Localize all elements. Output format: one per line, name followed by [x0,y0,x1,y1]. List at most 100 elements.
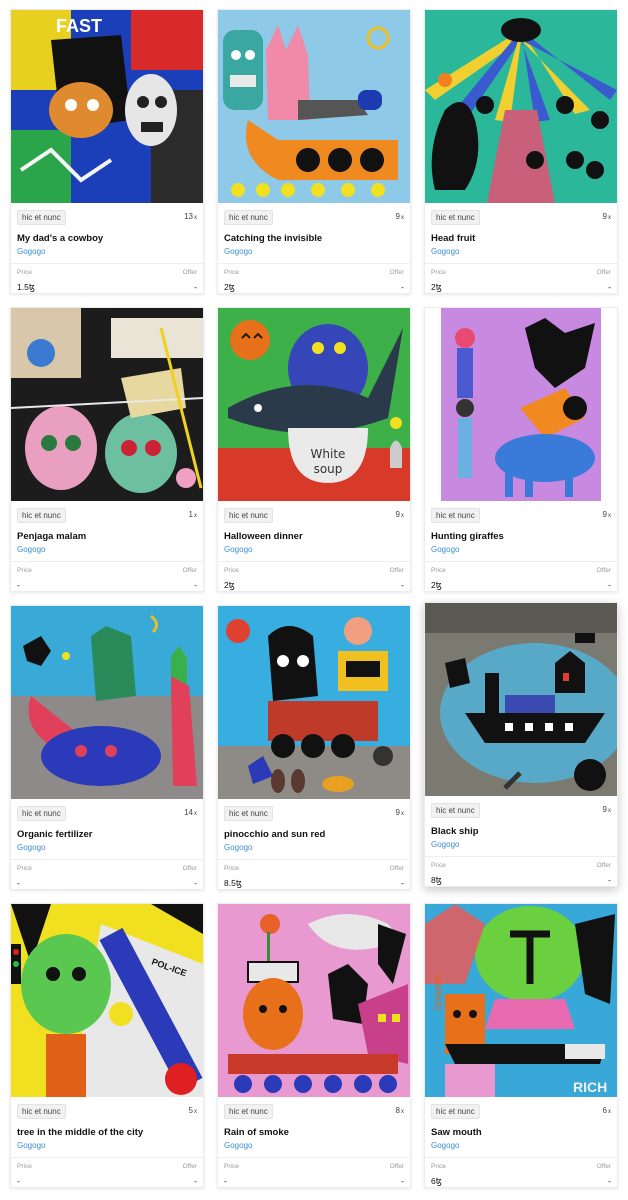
edition-count: 9x [395,808,404,817]
offer-value: - [401,1176,404,1186]
artwork-thumbnail[interactable] [11,308,203,501]
artwork-thumbnail[interactable] [425,603,617,796]
offer-value: - [194,878,197,888]
artwork-thumbnail[interactable] [11,606,203,799]
artist-link[interactable]: Gogogo [17,247,45,256]
artwork-card[interactable]: hic et nunc 8x Rain of smoke Gogogo Pric… [217,903,411,1188]
offer-label: Offer [389,269,404,276]
price-label: Price [17,865,32,872]
artwork-card[interactable]: White soup hic et nunc 9x Halloween dinn… [217,307,411,592]
edition-count: 14x [184,808,197,817]
artist-link[interactable]: Gogogo [224,545,252,554]
offer-value: - [194,580,197,590]
price-label: Price [17,269,32,276]
platform-badge: hic et nunc [431,210,480,225]
price-value: - [17,878,20,888]
artwork-title[interactable]: Head fruit [431,233,611,244]
price-value: 8.5ꜩ [224,878,242,888]
artwork-scrawl-text: FAST [56,16,102,36]
artwork-title[interactable]: Rain of smoke [224,1127,404,1138]
artwork-card[interactable]: hic et nunc 9x Catching the invisible Go… [217,9,411,294]
card-meta: hic et nunc 8x Rain of smoke Gogogo Pric… [218,1097,410,1187]
price-label: Price [431,269,446,276]
artwork-thumbnail[interactable]: WARNIG RICH [425,904,617,1097]
artwork-title[interactable]: Organic fertilizer [17,829,197,840]
artwork-thumbnail[interactable] [425,10,617,203]
artwork-thumbnail[interactable]: FAST [11,10,203,203]
artist-link[interactable]: Gogogo [431,545,459,554]
offer-value: - [401,580,404,590]
platform-badge: hic et nunc [224,1104,273,1119]
offer-value: - [608,875,611,885]
card-meta: hic et nunc 9x Catching the invisible Go… [218,203,410,293]
edition-count: 9x [602,212,611,221]
artwork-thumbnail[interactable]: White soup [218,308,410,501]
artwork-thumbnail[interactable] [218,10,410,203]
artwork-title[interactable]: Penjaga malam [17,531,197,542]
artwork-title[interactable]: Black ship [431,826,611,837]
price-label: Price [431,862,446,869]
divider [218,561,410,562]
artist-link[interactable]: Gogogo [224,843,252,852]
artwork-title[interactable]: Catching the invisible [224,233,404,244]
divider [425,263,617,264]
artist-link[interactable]: Gogogo [17,843,45,852]
artwork-card[interactable]: FAST hic et nunc 13x My dad's a cowboy G… [10,9,204,294]
platform-badge: hic et nunc [431,803,480,818]
artwork-card[interactable]: WARNIG RICH hic et nunc 6x Saw mouth Gog… [424,903,618,1188]
artist-link[interactable]: Gogogo [431,840,459,849]
price-label: Price [431,567,446,574]
artwork-title[interactable]: My dad's a cowboy [17,233,197,244]
artwork-thumbnail[interactable] [218,606,410,799]
artwork-thumbnail[interactable] [218,904,410,1097]
artwork-thumbnail[interactable] [425,308,617,501]
platform-badge: hic et nunc [17,508,66,523]
artwork-bowl-text-2: soup [314,462,343,476]
artwork-card[interactable]: hic et nunc 14x Organic fertilizer Gogog… [10,605,204,890]
divider [11,1157,203,1158]
artist-link[interactable]: Gogogo [224,1141,252,1150]
artwork-thumbnail[interactable]: POL-ICE [11,904,203,1097]
artist-link[interactable]: Gogogo [431,247,459,256]
artwork-card[interactable]: POL-ICE hic et nunc 5x tree in the middl… [10,903,204,1188]
edition-count: 13x [184,212,197,221]
artwork-card[interactable]: hic et nunc 1x Penjaga malam Gogogo Pric… [10,307,204,592]
artwork-title[interactable]: Saw mouth [431,1127,611,1138]
price-value: - [17,580,20,590]
offer-value: - [608,1176,611,1186]
artwork-title[interactable]: Hunting giraffes [431,531,611,542]
offer-value: - [194,1176,197,1186]
artwork-card[interactable]: hic et nunc 9x Head fruit Gogogo Price O… [424,9,618,294]
artwork-title[interactable]: Halloween dinner [224,531,404,542]
price-value: 2ꜩ [224,580,235,590]
edition-count: 9x [395,212,404,221]
offer-label: Offer [389,567,404,574]
platform-badge: hic et nunc [17,806,66,821]
price-label: Price [17,567,32,574]
price-value: 6ꜩ [431,1176,442,1186]
artwork-title[interactable]: pinocchio and sun red [224,829,404,840]
card-meta: hic et nunc 9x Black ship Gogogo Price O… [425,796,617,886]
artwork-card[interactable]: hic et nunc 9x Black ship Gogogo Price O… [424,602,618,887]
card-meta: hic et nunc 9x pinocchio and sun red Gog… [218,799,410,889]
artist-link[interactable]: Gogogo [224,247,252,256]
artwork-bowl-text-1: White [311,447,346,461]
price-value: 2ꜩ [431,282,442,292]
artist-link[interactable]: Gogogo [17,545,45,554]
edition-count: 5x [188,1106,197,1115]
artwork-title[interactable]: tree in the middle of the city [17,1127,197,1138]
price-label: Price [17,1163,32,1170]
artist-link[interactable]: Gogogo [17,1141,45,1150]
artwork-card[interactable]: hic et nunc 9x Hunting giraffes Gogogo P… [424,307,618,592]
price-label: Price [224,1163,239,1170]
platform-badge: hic et nunc [224,806,273,821]
artwork-card[interactable]: hic et nunc 9x pinocchio and sun red Gog… [217,605,411,890]
edition-count: 6x [602,1106,611,1115]
offer-label: Offer [596,1163,611,1170]
price-label: Price [431,1163,446,1170]
artist-link[interactable]: Gogogo [431,1141,459,1150]
card-meta: hic et nunc 9x Hunting giraffes Gogogo P… [425,501,617,591]
offer-value: - [608,580,611,590]
offer-label: Offer [596,862,611,869]
offer-label: Offer [182,567,197,574]
